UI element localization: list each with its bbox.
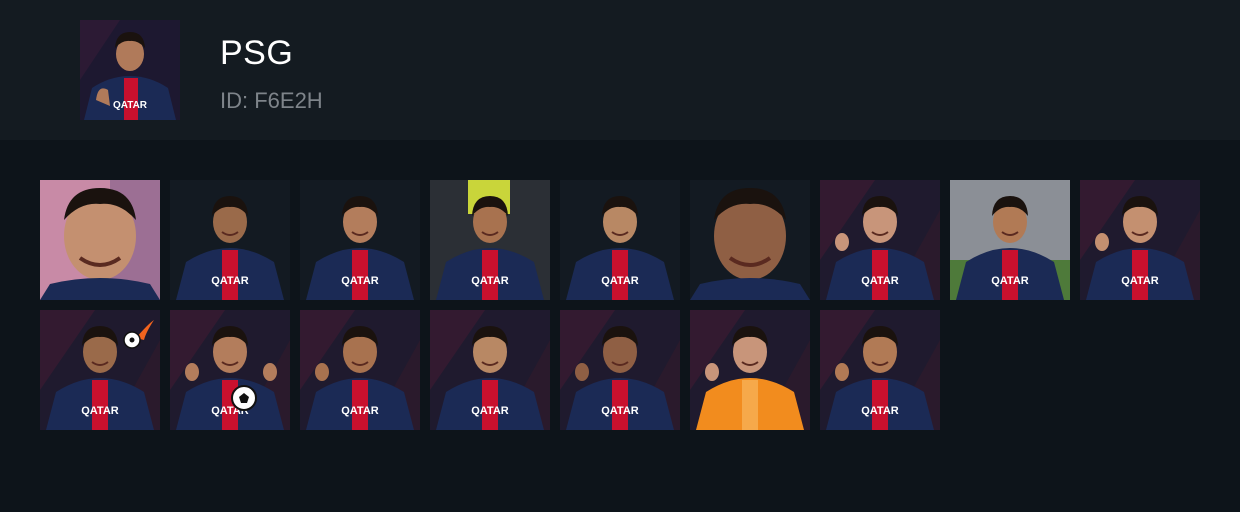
player-fist-pump-sticker-icon: QATAR bbox=[300, 310, 420, 430]
svg-text:QATAR: QATAR bbox=[601, 405, 639, 417]
player-grinning-sticker-icon: QATAR bbox=[430, 310, 550, 430]
player-turning-head-sticker-icon: QATAR bbox=[300, 180, 420, 300]
sticker-item[interactable]: QATAR bbox=[950, 180, 1070, 300]
player-side-glance-sticker-icon: QATAR bbox=[170, 180, 290, 300]
sticker-item[interactable] bbox=[690, 180, 810, 300]
sticker-item[interactable] bbox=[690, 310, 810, 430]
sticker-item[interactable]: QATAR bbox=[40, 310, 160, 430]
player-smiling-sticker-icon bbox=[40, 180, 160, 300]
sticker-item[interactable]: QATAR bbox=[1080, 180, 1200, 300]
svg-text:QATAR: QATAR bbox=[1121, 275, 1159, 287]
pack-id: ID: F6E2H bbox=[220, 88, 323, 113]
svg-text:QATAR: QATAR bbox=[81, 405, 119, 417]
player-sticker-icon: QATAR bbox=[80, 20, 180, 120]
player-hands-on-face-sticker-icon: QATAR bbox=[820, 180, 940, 300]
sticker-item[interactable]: QATAR bbox=[820, 180, 940, 300]
svg-text:QATAR: QATAR bbox=[471, 405, 509, 417]
goalkeeper-pointing-up-sticker-icon bbox=[690, 310, 810, 430]
sticker-item[interactable]: QATAR bbox=[430, 310, 550, 430]
svg-text:QATAR: QATAR bbox=[861, 275, 899, 287]
svg-text:QATAR: QATAR bbox=[991, 275, 1029, 287]
pack-thumbnail: QATAR bbox=[80, 20, 180, 120]
sticker-item[interactable]: QATAR bbox=[820, 310, 940, 430]
pack-title: PSG bbox=[220, 34, 294, 72]
svg-text:QATAR: QATAR bbox=[211, 275, 249, 287]
svg-text:QATAR: QATAR bbox=[861, 405, 899, 417]
svg-text:QATAR: QATAR bbox=[113, 100, 148, 111]
sticker-item[interactable]: QATAR bbox=[170, 180, 290, 300]
sticker-item[interactable]: QATAR bbox=[560, 310, 680, 430]
player-close-up-sticker-icon bbox=[690, 180, 810, 300]
sticker-item[interactable]: QATAR bbox=[300, 180, 420, 300]
player-thumbs-up-ball-sticker-icon: QATAR bbox=[170, 310, 290, 430]
pack-header: QATAR PSG ID: F6E2H bbox=[0, 0, 1240, 140]
player-puzzled-sticker-icon: QATAR bbox=[560, 180, 680, 300]
svg-text:QATAR: QATAR bbox=[471, 275, 509, 287]
sticker-item[interactable]: QATAR bbox=[170, 310, 290, 430]
player-cheering-fist-sticker-icon: QATAR bbox=[560, 310, 680, 430]
player-celebration-sticker-icon: QATAR bbox=[950, 180, 1070, 300]
sticker-item[interactable]: QATAR bbox=[300, 310, 420, 430]
sticker-item[interactable]: QATAR bbox=[560, 180, 680, 300]
player-fireball-sticker-icon: QATAR bbox=[40, 310, 160, 430]
player-laughing-sticker-icon: QATAR bbox=[430, 180, 550, 300]
svg-text:QATAR: QATAR bbox=[601, 275, 639, 287]
player-crossed-arms-sticker-icon: QATAR bbox=[820, 310, 940, 430]
svg-text:QATAR: QATAR bbox=[341, 275, 379, 287]
svg-text:QATAR: QATAR bbox=[341, 405, 379, 417]
player-blowing-kiss-sticker-icon: QATAR bbox=[1080, 180, 1200, 300]
sticker-item[interactable] bbox=[40, 180, 160, 300]
sticker-item[interactable]: QATAR bbox=[430, 180, 550, 300]
